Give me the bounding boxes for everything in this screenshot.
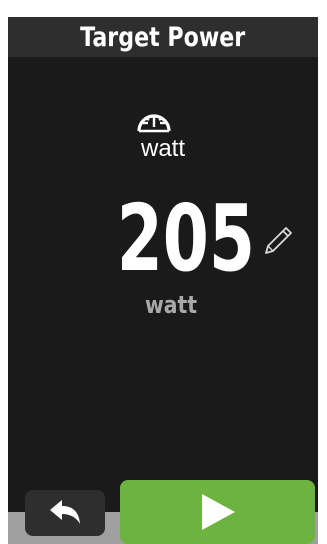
page-title: Target Power [80, 21, 246, 53]
title-bar: Target Power [8, 17, 318, 57]
target-power-panel: Target Power watt 205 watt [8, 17, 318, 544]
play-icon [201, 494, 235, 530]
unit-label: watt [144, 291, 198, 319]
back-arrow-icon [50, 500, 80, 524]
screen: Target Power watt 205 watt [0, 0, 327, 544]
back-button[interactable] [25, 490, 105, 536]
power-gauge-icon [137, 114, 171, 133]
pencil-icon[interactable] [262, 223, 296, 257]
start-button[interactable] [120, 480, 315, 544]
target-power-value: 205 [116, 185, 255, 292]
icon-unit-label: watt [140, 135, 185, 162]
